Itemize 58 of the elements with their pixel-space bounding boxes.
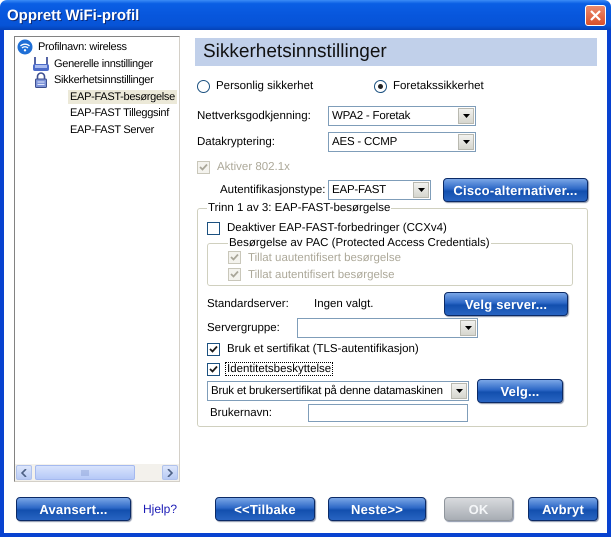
- checkbox[interactable]: [207, 222, 220, 234]
- section-title: Sikkerhetsinnstillinger: [203, 41, 387, 63]
- field-label: Nettverksgodkjenning:: [197, 110, 312, 122]
- caret-icon: [451, 383, 467, 399]
- close-button[interactable]: [585, 4, 606, 26]
- radio-button[interactable]: [197, 80, 210, 92]
- radio-label: Foretakssikkerhet: [393, 80, 484, 92]
- group-title: Besørgelse av PAC (Protected Access Credentials): [228, 237, 491, 249]
- tree-item[interactable]: EAP-FAST Tilleggsinf: [68, 106, 171, 120]
- dropdown[interactable]: Bruk et brukersertifikat på denne datamaskinen: [207, 381, 469, 401]
- dropdown[interactable]: WPA2 - Foretak: [328, 106, 476, 126]
- footer-button[interactable]: <<Tilbake: [215, 497, 316, 521]
- checkbox-label: Bruk et sertifikat (TLS-autentifikasjon): [226, 343, 420, 355]
- checkbox-label: Deaktiver EAP-FAST-forbedringer (CCXv4): [226, 222, 448, 234]
- checkbox-label: Tillat autentifisert besørgelse: [247, 268, 396, 280]
- tree-item[interactable]: Generelle innstillinger: [52, 56, 155, 71]
- group-title: Trinn 1 av 3: EAP-FAST-besørgelse: [207, 202, 392, 214]
- radio-label: Personlig sikkerhet: [216, 80, 314, 92]
- caret-icon: [458, 134, 474, 150]
- select-server-button[interactable]: Velg server...: [444, 292, 568, 316]
- footer-button[interactable]: Avansert...: [16, 497, 131, 521]
- footer-button[interactable]: Neste>>: [328, 497, 426, 521]
- tree-item[interactable]: EAP-FAST Server: [68, 122, 156, 137]
- cisco-options-button[interactable]: Cisco-alternativer...: [443, 178, 588, 202]
- field-label: Standardserver:: [207, 298, 290, 310]
- caret-icon: [460, 320, 476, 336]
- help-link[interactable]: Hjelp?: [143, 502, 178, 516]
- input-field[interactable]: [308, 404, 468, 422]
- scroll-left-icon[interactable]: [16, 465, 32, 480]
- dropdown[interactable]: [297, 318, 478, 338]
- scroll-right-icon[interactable]: [162, 465, 178, 480]
- field-label: Datakryptering:: [197, 136, 276, 148]
- caret-icon: [413, 182, 429, 198]
- caret-icon: [458, 108, 474, 124]
- checkbox-label: Aktiver 802.1x: [216, 161, 291, 173]
- field-label: Autentifikasjonstype:: [219, 184, 326, 196]
- router-icon: [32, 56, 50, 72]
- horizontal-scrollbar[interactable]: [15, 464, 179, 481]
- tree-item[interactable]: EAP-FAST-besørgelse: [68, 90, 177, 104]
- tree-item[interactable]: Sikkerhetsinnstillinger: [52, 73, 156, 88]
- field-label: Brukernavn:: [209, 407, 274, 419]
- checkbox[interactable]: [207, 362, 220, 376]
- checkbox[interactable]: [207, 342, 220, 356]
- checkbox-label: Tillat uautentifisert besørgelse: [247, 252, 402, 264]
- checkbox-label: Identitetsbeskyttelse: [226, 363, 332, 375]
- dropdown[interactable]: EAP-FAST: [328, 180, 431, 200]
- wifi-icon: [17, 39, 33, 56]
- dropdown[interactable]: AES - CCMP: [328, 132, 476, 152]
- field-value: Ingen valgt.: [314, 298, 374, 310]
- lock-icon: [33, 72, 49, 88]
- window-title: Opprett WiFi-profil: [7, 6, 140, 24]
- footer-button[interactable]: Avbryt: [528, 497, 598, 521]
- field-label: Servergruppe:: [207, 322, 281, 334]
- scrollbar-thumb[interactable]: [35, 465, 135, 480]
- select-button[interactable]: Velg...: [477, 379, 563, 403]
- tree-item[interactable]: Profilnavn: wireless: [36, 40, 129, 54]
- radio-button[interactable]: [374, 80, 387, 92]
- close-icon: [590, 10, 601, 20]
